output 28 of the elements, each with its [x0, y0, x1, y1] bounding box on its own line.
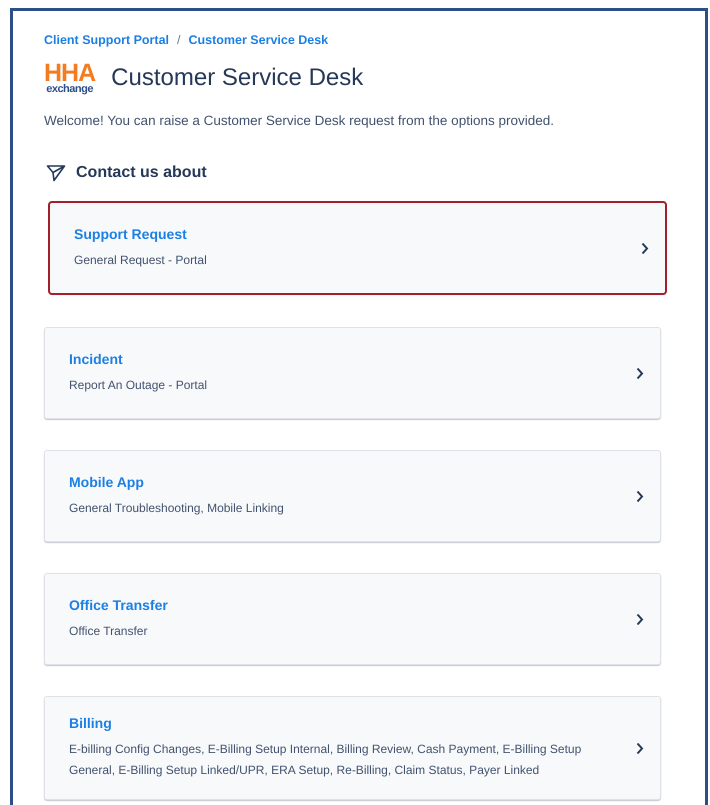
request-type-card[interactable]: Mobile App General Troubleshooting, Mobile Linking — [44, 450, 661, 542]
chevron-right-icon — [636, 366, 644, 380]
send-icon — [46, 164, 66, 182]
request-type-description: E-billing Config Changes, E-Billing Setup Internal, Billing Review, Cash Payment, E-Billing Setup General, E-Billing Setup Linked/UPR, ERA Setup, Re-Billing, Claim Status, Payer Linked — [69, 741, 582, 779]
request-type-description: Office Transfer — [69, 622, 148, 640]
page-title: Customer Service Desk — [111, 64, 364, 92]
request-type-title: Billing — [69, 715, 113, 731]
chevron-right-icon — [636, 742, 644, 754]
breadcrumb-link[interactable]: Customer Service Desk — [188, 33, 328, 47]
request-type-title: Office Transfer — [69, 596, 168, 612]
request-type-title: Support Request — [74, 226, 188, 242]
chevron-right-icon — [636, 612, 644, 626]
breadcrumb-separator: / — [177, 33, 180, 47]
welcome-text: Welcome! You can raise a Customer Service Desk request from the options provided. — [44, 113, 556, 128]
request-type-description: Report An Outage - Portal — [69, 376, 208, 394]
logo: HHA exchange — [44, 61, 96, 95]
request-type-title: Mobile App — [69, 474, 145, 490]
chevron-right-icon — [636, 490, 644, 502]
request-type-card[interactable]: Billing E-billing Config Changes, E-Billing Setup Internal, Billing Review, Cash Payment, E-Billing Setup General, E-Billing Setup Linked/UPR, ERA Setup, Re-Billing, Claim Status, Payer Linked — [44, 696, 661, 800]
chevron-right-icon — [641, 242, 649, 254]
request-type-title: Incident — [69, 350, 124, 366]
breadcrumb-link[interactable]: Client Support Portal — [44, 33, 169, 47]
request-type-card[interactable]: Support Request General Request - Portal — [49, 202, 666, 294]
request-type-description: General Request - Portal — [74, 252, 207, 268]
request-type-card[interactable]: Incident Report An Outage - Portal — [44, 327, 661, 419]
request-type-card[interactable]: Office Transfer Office Transfer — [44, 573, 661, 665]
request-type-description: General Troubleshooting, Mobile Linking — [69, 500, 284, 516]
section-title: Contact us about — [76, 164, 207, 182]
